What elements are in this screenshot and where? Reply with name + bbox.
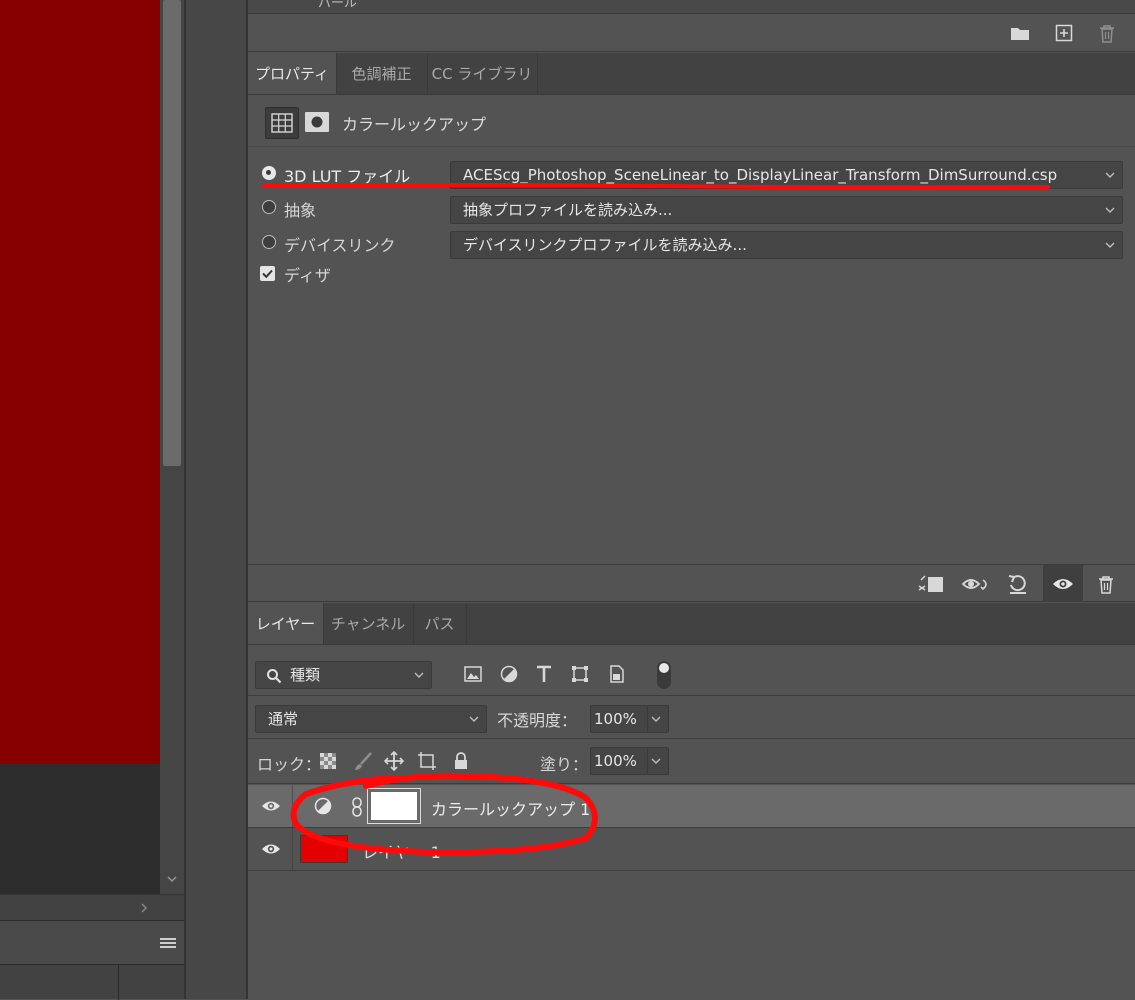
chevron-down-icon xyxy=(469,716,479,722)
opacity-divider xyxy=(647,706,648,732)
opacity-input[interactable]: 100% xyxy=(590,705,669,733)
tab-properties[interactable]: プロパティ xyxy=(248,53,337,94)
canvas-scroll-thumb[interactable] xyxy=(163,0,181,466)
left-panel-footer xyxy=(0,964,184,1000)
partial-panel-strip: パール xyxy=(248,0,1135,14)
filter-pixel-icon[interactable] xyxy=(462,663,484,685)
tab-channels-label: チャンネル xyxy=(330,615,406,633)
trash-icon[interactable] xyxy=(1093,571,1119,597)
label-abstract: 抽象 xyxy=(284,201,317,220)
properties-header: カラールックアップ xyxy=(248,95,1135,147)
filter-adjustment-icon[interactable] xyxy=(498,663,520,685)
scroll-right-icon[interactable] xyxy=(139,902,149,914)
fill-divider xyxy=(647,748,648,774)
reset-icon[interactable] xyxy=(1004,571,1032,597)
trash-icon[interactable] xyxy=(1095,22,1119,44)
properties-footer-toolbar xyxy=(248,564,1135,602)
visibility-eye-icon[interactable] xyxy=(260,796,282,816)
grid-adjustment-icon[interactable] xyxy=(265,107,299,139)
annotation-underline xyxy=(262,182,1052,194)
label-dither: ディザ xyxy=(284,266,331,285)
partial-panel-label: パール xyxy=(318,0,358,11)
tab-cc-libraries[interactable]: CC ライブラリ xyxy=(427,53,538,94)
opacity-value: 100% xyxy=(594,710,637,728)
new-item-icon[interactable] xyxy=(1052,22,1076,44)
filter-toggle-knob xyxy=(659,663,669,673)
footer-divider xyxy=(118,965,119,1000)
tab-paths-label: パス xyxy=(424,615,455,633)
filter-smart-object-icon[interactable] xyxy=(606,663,628,685)
view-previous-state-icon[interactable] xyxy=(960,571,992,597)
tab-adjustments[interactable]: 色調補正 xyxy=(336,53,428,94)
left-panel-header xyxy=(0,920,184,964)
radio-device-link[interactable] xyxy=(262,235,276,249)
canvas-pasteboard xyxy=(0,764,160,894)
dropdown-abstract-profile[interactable]: 抽象プロファイルを読み込み... xyxy=(450,196,1123,224)
adjustment-title: カラールックアップ xyxy=(342,115,487,134)
filter-type-icon[interactable] xyxy=(533,663,555,685)
blend-mode-dropdown[interactable]: 通常 xyxy=(255,705,487,733)
tab-channels[interactable]: チャンネル xyxy=(323,603,414,644)
chevron-down-icon xyxy=(414,672,424,678)
document-canvas[interactable] xyxy=(0,0,160,764)
label-device-link: デバイスリンク xyxy=(284,236,396,255)
panel-menu-icon[interactable] xyxy=(160,936,176,950)
chevron-down-icon xyxy=(1105,207,1115,213)
dither-checkbox[interactable] xyxy=(260,266,275,281)
dropdown-abstract-value: 抽象プロファイルを読み込み... xyxy=(463,201,673,219)
paths-toolbar xyxy=(248,14,1135,52)
folder-icon[interactable] xyxy=(1008,22,1032,44)
visibility-eye-icon[interactable] xyxy=(260,839,282,859)
scroll-down-icon[interactable] xyxy=(166,874,178,884)
tab-layers[interactable]: レイヤー xyxy=(248,603,324,644)
blend-mode-value: 通常 xyxy=(268,710,299,728)
tab-layers-label: レイヤー xyxy=(255,615,316,633)
tab-properties-label: プロパティ xyxy=(254,65,330,83)
filter-kind-label: 種類 xyxy=(290,666,321,684)
mask-icon[interactable] xyxy=(304,109,330,135)
tab-paths[interactable]: パス xyxy=(413,603,467,644)
dropdown-device-link-value: デバイスリンクプロファイルを読み込み... xyxy=(463,236,747,254)
chevron-down-icon xyxy=(1105,242,1115,248)
filter-shape-icon[interactable] xyxy=(569,663,591,685)
opacity-label: 不透明度： xyxy=(497,711,578,730)
clip-to-layer-icon[interactable] xyxy=(916,571,946,597)
chevron-down-icon[interactable] xyxy=(650,714,662,724)
toggle-visibility-icon[interactable] xyxy=(1043,565,1083,602)
radio-abstract[interactable] xyxy=(262,200,276,214)
layers-tab-bar: レイヤー チャンネル パス xyxy=(248,603,1135,645)
chevron-down-icon[interactable] xyxy=(650,756,662,766)
chevron-down-icon xyxy=(1105,172,1115,178)
filter-toggle[interactable] xyxy=(657,661,671,689)
tab-adjustments-label: 色調補正 xyxy=(351,65,412,83)
radio-3d-lut[interactable] xyxy=(262,166,276,180)
properties-tab-bar: プロパティ 色調補正 CC ライブラリ xyxy=(248,53,1135,95)
canvas-horizontal-scrollbar[interactable] xyxy=(0,894,184,920)
filter-kind-dropdown[interactable]: 種類 xyxy=(255,661,432,689)
checkmark-icon xyxy=(262,269,273,279)
search-icon xyxy=(267,669,282,684)
tab-cc-libraries-label: CC ライブラリ xyxy=(431,65,533,83)
dropdown-device-link-profile[interactable]: デバイスリンクプロファイルを読み込み... xyxy=(450,231,1123,259)
annotation-circle xyxy=(286,768,606,860)
panel-dock-gutter xyxy=(184,0,248,999)
